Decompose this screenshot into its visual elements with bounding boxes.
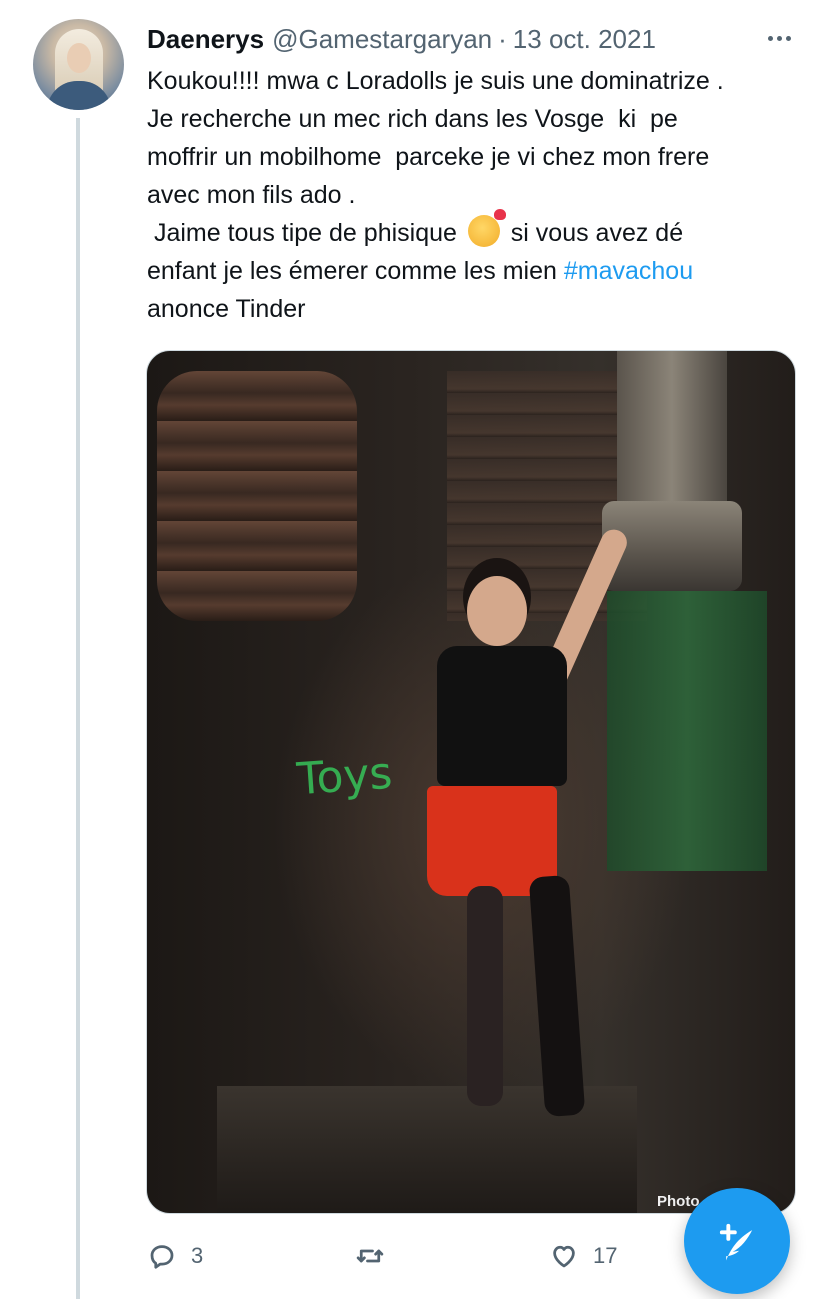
tweet-text-segment: si vous avez dé (503, 219, 684, 247)
photo-graffiti: Toys (295, 747, 394, 806)
separator-dot: · (498, 23, 507, 54)
person-leg (467, 886, 503, 1106)
like-button[interactable]: 17 (549, 1236, 617, 1276)
retweet-button[interactable] (355, 1236, 385, 1276)
reply-button[interactable]: 3 (147, 1236, 203, 1276)
like-count: 17 (593, 1243, 618, 1268)
person-head (467, 576, 527, 646)
author-handle[interactable]: @Gamestargaryan (272, 24, 492, 55)
tweet-text-line: Jaime tous tipe de phisique si vous avez… (147, 209, 817, 252)
more-icon[interactable] (762, 28, 796, 48)
avatar-face (67, 43, 91, 73)
reply-count: 3 (191, 1243, 204, 1268)
author-display-name[interactable]: Daenerys (147, 24, 264, 55)
compose-icon (719, 1223, 753, 1261)
photo-coils (157, 371, 357, 621)
photo-person (387, 525, 632, 1118)
photo-pipe (617, 351, 727, 511)
person-torso (437, 646, 567, 786)
tweet-photo[interactable]: Toys Photo (146, 350, 796, 1214)
tweet-text-segment: Jaime tous tipe de phisique (147, 219, 464, 247)
tweet-date[interactable]: 13 oct. 2021 (513, 24, 656, 55)
tweet-header: Daenerys @Gamestargaryan · 13 oct. 2021 (147, 22, 656, 56)
photo-green-machine (607, 591, 767, 871)
person-leg (528, 874, 586, 1118)
photo-scene: Toys Photo (147, 351, 795, 1213)
tweet-text-line: moffrir un mobilhome parceke je vi chez … (147, 143, 710, 171)
tweet-text-line: avec mon fils ado . (147, 181, 356, 209)
compose-tweet-button[interactable] (684, 1188, 790, 1294)
more-dot (767, 35, 773, 41)
tweet-text-segment: enfant je les émerer comme les mien (147, 257, 564, 285)
thread-line (76, 118, 80, 1299)
tweet-text-line: anonce Tinder (147, 295, 306, 323)
tweet-text: Koukou!!!! mwa c Loradolls je suis une d… (147, 62, 817, 328)
tweet-text-line: Je recherche un mec rich dans les Vosge … (147, 105, 678, 133)
reply-icon (150, 1245, 174, 1269)
retweet-icon (356, 1249, 384, 1263)
tweet-text-line: enfant je les émerer comme les mien #mav… (147, 252, 817, 290)
more-dot (776, 35, 782, 41)
photo-watermark: Photo (657, 1193, 700, 1210)
hashtag-link[interactable]: #mavachou (564, 257, 693, 285)
avatar[interactable] (33, 19, 124, 110)
like-icon (553, 1245, 575, 1268)
smiling-face-with-hearts-icon (467, 209, 506, 247)
more-dot (785, 35, 791, 41)
tweet-text-line: Koukou!!!! mwa c Loradolls je suis une d… (147, 67, 724, 95)
